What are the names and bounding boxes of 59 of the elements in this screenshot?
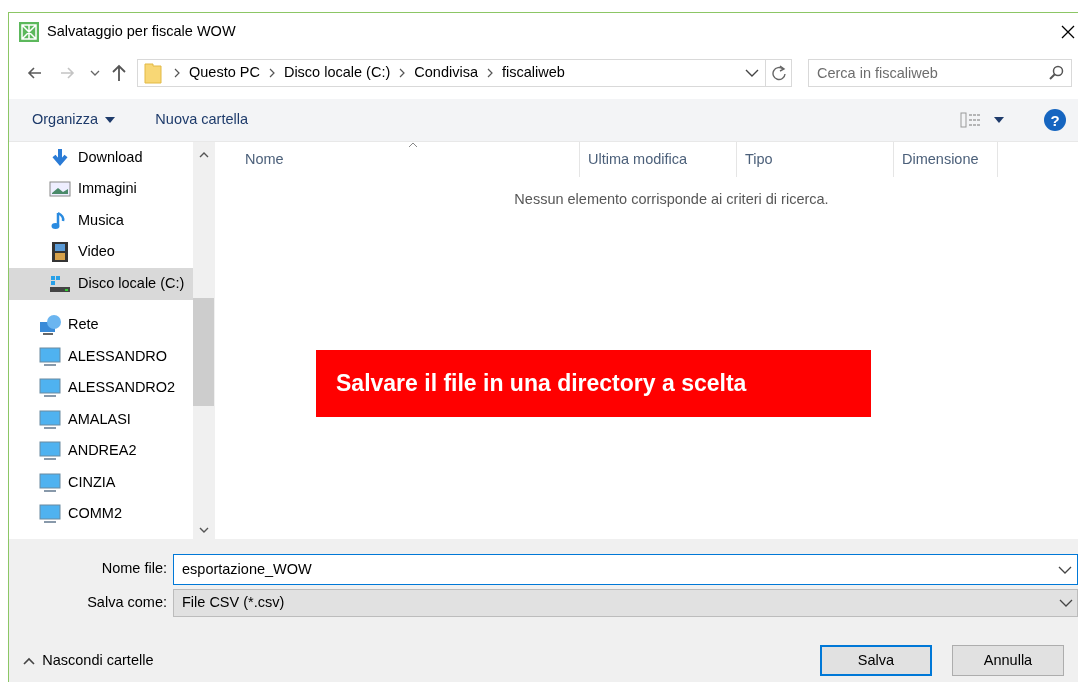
- column-header[interactable]: Nome: [237, 142, 580, 177]
- caret-icon: [105, 117, 116, 123]
- hide-folders-toggle[interactable]: Nascondi cartelle: [23, 647, 154, 674]
- cancel-button[interactable]: Annulla: [952, 645, 1064, 676]
- caret-icon[interactable]: [994, 117, 1004, 123]
- search-icon[interactable]: [1048, 65, 1064, 81]
- computer-icon: [39, 503, 61, 526]
- app-icon: [19, 22, 39, 42]
- chevron-down-icon[interactable]: [1058, 565, 1072, 574]
- sidebar-item[interactable]: AMALASI: [9, 404, 193, 436]
- computer-icon: [39, 440, 61, 463]
- scrollbar-thumb[interactable]: [193, 298, 214, 406]
- sidebar-item[interactable]: Disco locale (C:): [9, 268, 193, 300]
- refresh-icon[interactable]: [771, 65, 786, 81]
- breadcrumb-item[interactable]: Questo PC: [186, 62, 263, 84]
- sidebar-item[interactable]: Immagini: [9, 173, 193, 205]
- film-icon: [49, 241, 71, 264]
- field-label: Salva come:: [86, 593, 167, 613]
- help-icon[interactable]: ?: [1044, 109, 1066, 131]
- empty-message: Nessun elemento corrisponde ai criteri di ricerca.: [514, 190, 829, 209]
- window-title: Salvataggio per fiscale WOW: [47, 22, 236, 42]
- scroll-up-icon[interactable]: [198, 152, 209, 158]
- computer-icon: [39, 377, 61, 400]
- column-header[interactable]: Tipo: [737, 142, 894, 177]
- address-bar[interactable]: Questo PC Disco locale (C:) Condivisa fiscaliweb: [137, 59, 792, 87]
- chevron-up-icon: [23, 656, 35, 665]
- save-button[interactable]: Salva: [820, 645, 932, 676]
- file-name-field[interactable]: esportazione_WOW: [173, 553, 1078, 585]
- sidebar-item[interactable]: CINZIA: [9, 467, 193, 499]
- file-type-dropdown[interactable]: File CSV (*.csv): [173, 589, 1078, 617]
- network-icon: [39, 314, 61, 337]
- sidebar-item[interactable]: ALESSANDRO2: [9, 372, 193, 404]
- sidebar-item[interactable]: ANDREA2: [9, 435, 193, 467]
- folder-icon: [144, 61, 162, 85]
- breadcrumb-item[interactable]: Disco locale (C:): [280, 62, 394, 84]
- column-header[interactable]: Dimensione: [894, 142, 998, 177]
- new-folder-button[interactable]: Nuova cartella: [155, 107, 249, 133]
- sidebar-item[interactable]: Musica: [9, 205, 193, 237]
- breadcrumb-item[interactable]: fiscaliweb: [498, 62, 568, 84]
- computer-icon: [39, 471, 61, 494]
- sidebar-item[interactable]: Video: [9, 236, 193, 268]
- computer-icon: [39, 408, 61, 431]
- close-icon[interactable]: [1061, 25, 1075, 39]
- sidebar-item[interactable]: Download: [9, 142, 193, 174]
- scroll-down-icon[interactable]: [198, 527, 209, 533]
- annotation-banner: Salvare il file in una directory a scelta: [316, 350, 871, 417]
- sidebar-item[interactable]: Rete: [9, 309, 193, 341]
- up-arrow-icon[interactable]: [110, 63, 128, 83]
- chevron-down-icon[interactable]: [745, 68, 759, 78]
- organize-menu[interactable]: Organizza: [32, 107, 116, 133]
- computer-icon: [39, 345, 61, 368]
- field-label: Nome file:: [100, 559, 167, 579]
- search-field[interactable]: Cerca in fiscaliweb: [808, 59, 1072, 87]
- breadcrumb-item[interactable]: Condivisa: [411, 62, 481, 84]
- chevron-down-icon: [1059, 599, 1073, 607]
- chevron-down-icon[interactable]: [90, 70, 100, 76]
- sidebar-item[interactable]: COMM2: [9, 498, 193, 530]
- sidebar-item[interactable]: ALESSANDRO: [9, 341, 193, 373]
- column-header[interactable]: Ultima modifica: [580, 142, 737, 177]
